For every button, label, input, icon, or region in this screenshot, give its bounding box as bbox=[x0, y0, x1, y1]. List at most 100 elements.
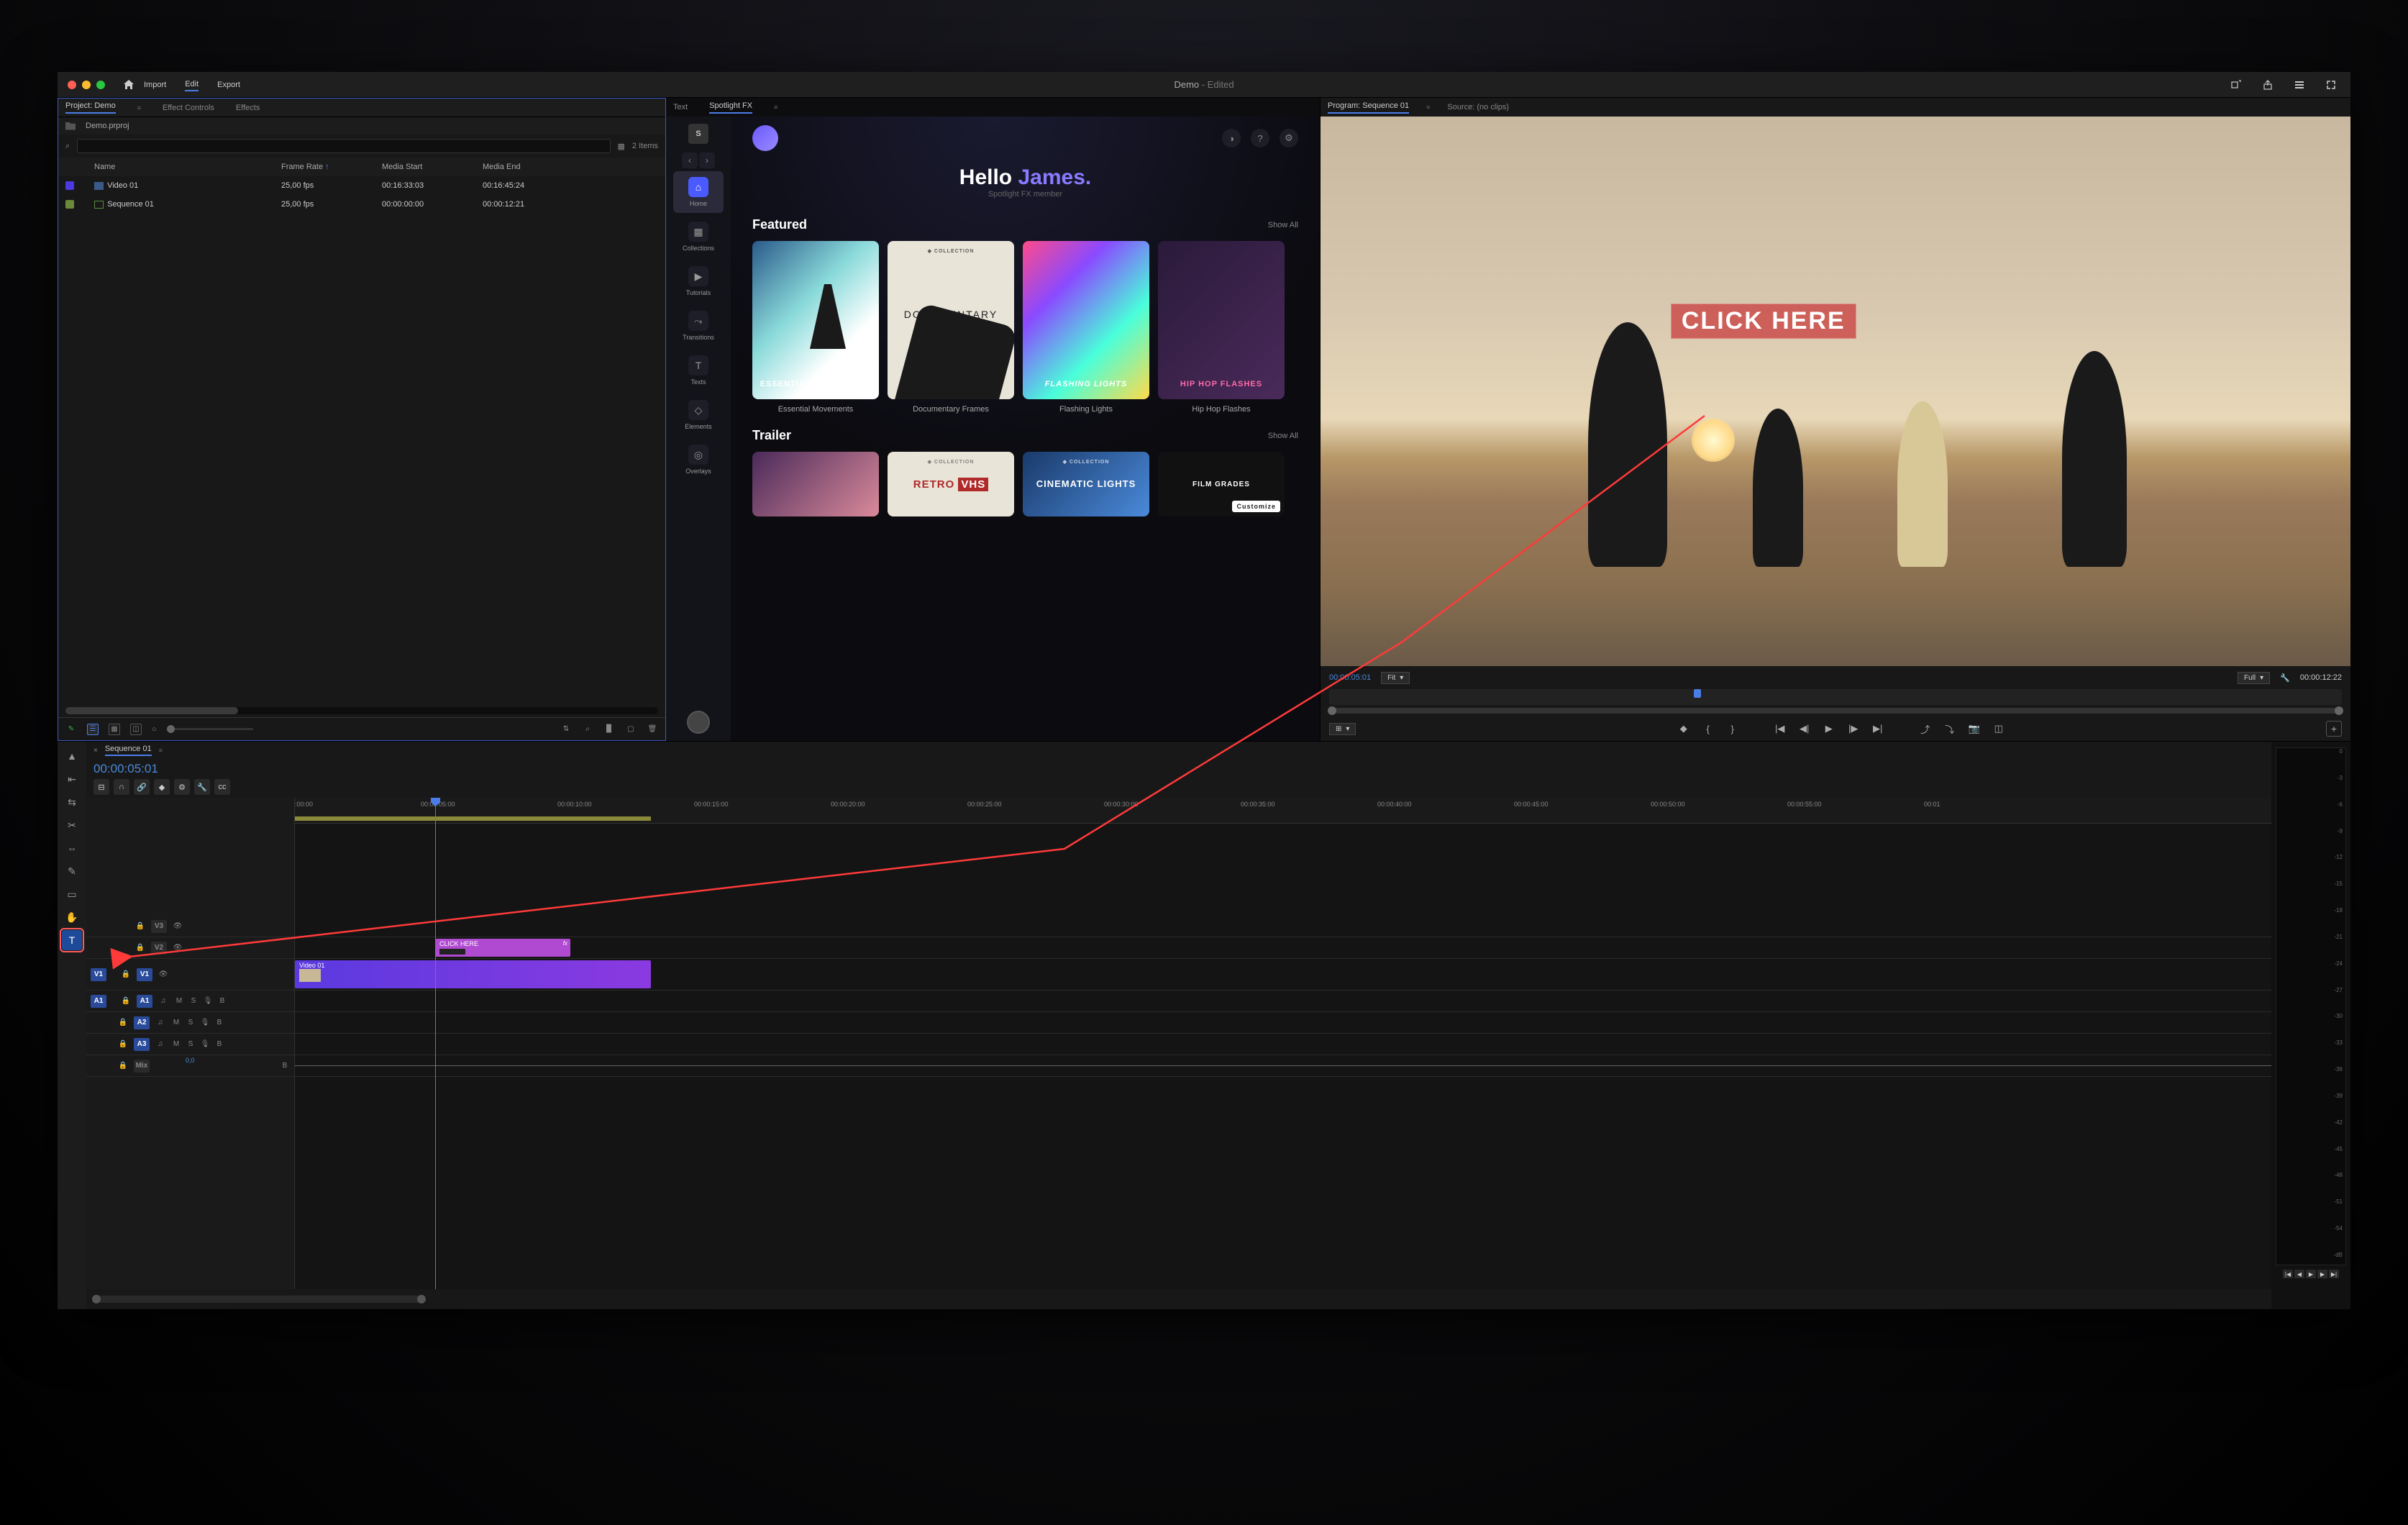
find-icon[interactable]: ⌕ bbox=[582, 724, 593, 735]
nav-forward-icon[interactable]: › bbox=[699, 152, 715, 168]
nest-icon[interactable]: ⊟ bbox=[94, 779, 109, 795]
razor-tool-icon[interactable]: ✂ bbox=[62, 815, 82, 835]
solo-button[interactable]: S bbox=[186, 1040, 196, 1048]
tab-text[interactable]: Text bbox=[673, 103, 688, 111]
label-chip[interactable] bbox=[65, 200, 74, 209]
featured-card[interactable]: ESSENTIAL MOVEMENTSEssential Movements bbox=[752, 241, 879, 414]
track-target-a3[interactable]: A3 bbox=[134, 1038, 150, 1051]
sidebar-item-overlays[interactable]: ◎Overlays bbox=[673, 439, 724, 481]
quality-select[interactable]: Full ▾ bbox=[2238, 672, 2270, 684]
b-button[interactable]: B bbox=[280, 1062, 290, 1070]
tab-menu-icon[interactable]: ≡ bbox=[1426, 104, 1430, 111]
trash-icon[interactable]: 🗑 bbox=[647, 724, 658, 735]
track-a1[interactable] bbox=[295, 991, 2271, 1012]
project-row[interactable]: Sequence 01 25,00 fps 00:00:00:00 00:00:… bbox=[58, 195, 665, 214]
tab-menu-icon[interactable]: ≡ bbox=[159, 747, 163, 754]
col-frame-rate[interactable]: Frame Rate ↑ bbox=[281, 163, 382, 171]
extract-icon[interactable]: ⤵ bbox=[1943, 722, 1957, 736]
program-timecode-left[interactable]: 00:00:05:01 bbox=[1329, 673, 1371, 682]
track-v3[interactable] bbox=[295, 916, 2271, 937]
trailer-card[interactable]: FILM GRADESCustomize bbox=[1158, 452, 1285, 516]
maximize-icon[interactable] bbox=[96, 81, 105, 89]
mute-button[interactable]: M bbox=[171, 1019, 181, 1026]
tab-menu-icon[interactable]: ≡ bbox=[137, 104, 141, 111]
discord-icon[interactable]: ◑ bbox=[1222, 129, 1241, 147]
track-target-v1[interactable]: V1 bbox=[137, 968, 152, 981]
track-v1[interactable]: Video 01 bbox=[295, 959, 2271, 991]
track-target-a1[interactable]: A1 bbox=[137, 995, 152, 1008]
minimize-icon[interactable] bbox=[82, 81, 91, 89]
play-icon[interactable]: ▶ bbox=[1822, 723, 1836, 734]
source-patch-v1[interactable]: V1 bbox=[91, 968, 106, 981]
lock-icon[interactable]: 🔒 bbox=[117, 1038, 129, 1051]
selection-tool-icon[interactable]: ▲ bbox=[62, 746, 82, 766]
featured-card[interactable]: HIP HOP FLASHESHip Hop Flashes bbox=[1158, 241, 1285, 414]
next-icon[interactable]: ▶ bbox=[2317, 1270, 2327, 1278]
show-all-link[interactable]: Show All bbox=[1268, 221, 1298, 229]
tab-project[interactable]: Project: Demo bbox=[65, 101, 116, 114]
sequence-tab[interactable]: Sequence 01 bbox=[105, 745, 152, 756]
menu-import[interactable]: Import bbox=[144, 79, 166, 91]
sidebar-item-elements[interactable]: ◇Elements bbox=[673, 394, 724, 436]
go-end-icon[interactable]: ▶| bbox=[2329, 1270, 2339, 1278]
sidebar-item-home[interactable]: ⌂Home bbox=[673, 171, 724, 213]
col-media-end[interactable]: Media End bbox=[483, 163, 583, 171]
thumbnail-size-slider[interactable] bbox=[167, 728, 253, 730]
solo-button[interactable]: S bbox=[186, 1019, 196, 1026]
type-tool-icon[interactable]: T bbox=[62, 930, 82, 950]
eye-icon[interactable]: 👁 bbox=[171, 942, 184, 955]
menu-edit[interactable]: Edit bbox=[185, 78, 199, 91]
close-icon[interactable] bbox=[68, 81, 76, 89]
prev-icon[interactable]: ◀ bbox=[2294, 1270, 2304, 1278]
play-icon[interactable]: ▶ bbox=[2306, 1270, 2316, 1278]
voiceover-icon[interactable]: 🎙 bbox=[200, 1040, 210, 1048]
lift-icon[interactable]: ⤴ bbox=[1918, 722, 1933, 736]
solo-button[interactable]: S bbox=[188, 997, 199, 1005]
snap-icon[interactable]: ∩ bbox=[114, 779, 129, 795]
go-to-out-icon[interactable]: ▶| bbox=[1871, 723, 1885, 734]
label-chip[interactable] bbox=[65, 181, 74, 190]
help-icon[interactable]: ? bbox=[1251, 129, 1269, 147]
freeform-view-icon[interactable]: ◫ bbox=[130, 724, 142, 735]
icon-view-icon[interactable]: ▦ bbox=[109, 724, 120, 735]
home-icon[interactable] bbox=[119, 76, 138, 94]
user-avatar[interactable] bbox=[752, 125, 778, 151]
insert-mode-select[interactable]: ⊞ ▾ bbox=[1329, 723, 1356, 735]
tab-spotlight-fx[interactable]: Spotlight FX bbox=[709, 101, 752, 114]
track-a3[interactable] bbox=[295, 1034, 2271, 1055]
track-target-mix[interactable]: Mix bbox=[134, 1060, 150, 1073]
timeline-timecode[interactable]: 00:00:05:01 bbox=[94, 762, 158, 776]
add-marker-icon[interactable]: ◆ bbox=[1677, 723, 1691, 734]
tab-effects[interactable]: Effects bbox=[236, 104, 260, 112]
export-frame-icon[interactable]: 📷 bbox=[1967, 723, 1981, 734]
zoom-out-icon[interactable]: ○ bbox=[152, 725, 157, 734]
lock-icon[interactable]: 🔒 bbox=[134, 920, 147, 933]
wrench-icon[interactable]: 🔧 bbox=[194, 779, 210, 795]
zoom-select[interactable]: Fit ▾ bbox=[1381, 672, 1410, 684]
eye-icon[interactable]: 👁 bbox=[157, 968, 170, 981]
workspace-icon[interactable] bbox=[2290, 76, 2309, 94]
tab-effect-controls[interactable]: Effect Controls bbox=[163, 104, 214, 112]
trailer-card[interactable] bbox=[752, 452, 879, 516]
mute-button[interactable]: M bbox=[171, 1040, 181, 1048]
comparison-icon[interactable]: ◫ bbox=[1992, 723, 2006, 734]
program-viewport[interactable]: CLICK HERE bbox=[1321, 117, 2350, 666]
track-v2[interactable]: CLICK HERE fx bbox=[295, 937, 2271, 959]
program-scrub-bar[interactable] bbox=[1329, 708, 2342, 714]
featured-card[interactable]: FLASHING LIGHTSFlashing Lights bbox=[1023, 241, 1149, 414]
sort-icon[interactable]: ⇅ bbox=[560, 724, 572, 735]
pen-icon[interactable]: ✎ bbox=[65, 724, 77, 735]
sidebar-item-collections[interactable]: ▦Collections bbox=[673, 216, 724, 258]
settings-icon[interactable]: ⚙ bbox=[1280, 129, 1298, 147]
settings-icon[interactable]: ⚙ bbox=[174, 779, 190, 795]
lock-icon[interactable]: 🔒 bbox=[117, 1016, 129, 1029]
work-area-bar[interactable] bbox=[295, 816, 651, 821]
marker-icon[interactable]: ◆ bbox=[154, 779, 170, 795]
trailer-card[interactable]: ◆ COLLECTIONCINEMATIC LIGHTS bbox=[1023, 452, 1149, 516]
lock-icon[interactable]: 🔒 bbox=[119, 995, 132, 1008]
nav-back-icon[interactable]: ‹ bbox=[682, 152, 698, 168]
audio-toggle-icon[interactable]: ♫ bbox=[157, 995, 170, 1008]
menu-export[interactable]: Export bbox=[217, 79, 240, 91]
text-clip[interactable]: CLICK HERE fx bbox=[435, 939, 570, 957]
track-mix[interactable] bbox=[295, 1055, 2271, 1077]
